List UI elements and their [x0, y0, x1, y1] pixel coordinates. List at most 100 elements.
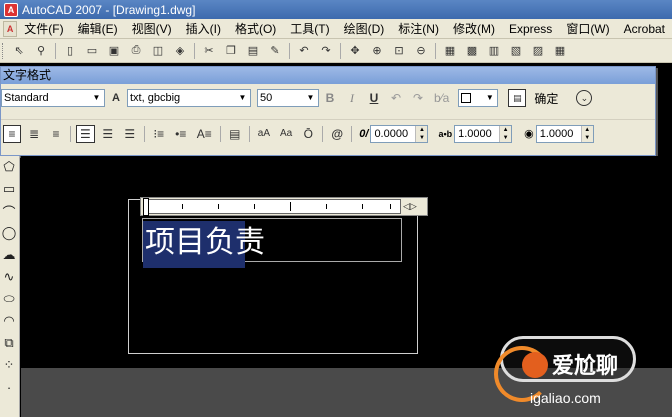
spin-updown-icon[interactable]: ▲ ▼ — [415, 125, 428, 142]
title-bar: A AutoCAD 2007 - [Drawing1.dwg] — [0, 0, 672, 19]
align-top-icon[interactable]: ☰ — [76, 124, 95, 143]
sheetset-icon[interactable]: ▧ — [506, 42, 526, 60]
toolbar-grip[interactable] — [2, 42, 5, 59]
zoom-previous-icon[interactable]: ⊖ — [411, 42, 431, 60]
markup-icon[interactable]: ▨ — [528, 42, 548, 60]
lowercase-icon[interactable]: Aa — [277, 125, 295, 143]
tracking-input[interactable]: 1.0000 ▲ ▼ — [454, 124, 513, 143]
rectangle-icon[interactable]: ▭ — [0, 178, 18, 200]
menu-file[interactable]: 文件(F) — [17, 20, 70, 37]
text-formatting-title[interactable]: 文字格式 — [1, 67, 655, 84]
underline-button[interactable]: U — [365, 89, 383, 107]
ruler-toggle-icon[interactable]: ▤ — [508, 89, 527, 107]
numbering-icon[interactable]: ⁝≡ — [150, 125, 168, 143]
font-icon: A — [112, 92, 120, 104]
oblique-angle-input[interactable]: 0.0000 ▲ ▼ — [370, 124, 429, 143]
pointer-icon[interactable]: ⇖ — [9, 42, 29, 60]
menu-express[interactable]: Express — [502, 22, 559, 36]
selected-mtext[interactable]: 项目负责 — [143, 221, 265, 268]
justify-left-icon[interactable]: ≡ — [3, 124, 21, 143]
separator — [55, 42, 56, 59]
designcenter-icon[interactable]: ▩ — [462, 42, 482, 60]
redo-icon[interactable]: ↷ — [316, 42, 336, 60]
text-style-select[interactable]: Standard ▼ — [1, 89, 105, 107]
matchprop-icon[interactable]: ✎ — [265, 42, 285, 60]
polygon-icon[interactable]: ⬠ — [0, 156, 18, 178]
redo-icon[interactable]: ↷ — [409, 89, 427, 107]
insert-field-icon[interactable]: ▤ — [226, 125, 244, 143]
chevron-down-icon[interactable]: ▼ — [304, 91, 317, 105]
undo-icon[interactable]: ↶ — [387, 89, 405, 107]
justify-center-icon[interactable]: ≣ — [25, 125, 43, 143]
align-middle-icon[interactable]: ☰ — [99, 125, 117, 143]
save-icon[interactable]: ▣ — [104, 42, 124, 60]
watermark-url: igaliao.com — [530, 390, 601, 406]
menu-edit[interactable]: 编辑(E) — [71, 20, 125, 37]
arc-icon[interactable]: ⌒ — [0, 200, 18, 222]
spin-updown-icon[interactable]: ▲ ▼ — [499, 125, 512, 142]
menu-bar: A 文件(F) 编辑(E) 视图(V) 插入(I) 格式(O) 工具(T) 绘图… — [0, 19, 672, 39]
cut-icon[interactable]: ✂ — [199, 42, 219, 60]
italic-button[interactable]: I — [343, 89, 361, 107]
undo-icon[interactable]: ↶ — [294, 42, 314, 60]
spline-icon[interactable]: ∿ — [0, 266, 18, 288]
ellipse-arc-icon[interactable]: ◠ — [0, 310, 18, 332]
ruler-resize-icon[interactable]: ◁▷ — [403, 201, 417, 212]
chevron-down-icon[interactable]: ▼ — [483, 91, 496, 105]
menu-draw[interactable]: 绘图(D) — [337, 20, 392, 37]
paste-icon[interactable]: ▤ — [243, 42, 263, 60]
menu-window[interactable]: 窗口(W) — [559, 20, 616, 37]
zoom-window-icon[interactable]: ⊡ — [389, 42, 409, 60]
ruler-track[interactable] — [143, 198, 401, 216]
chevron-down-icon[interactable]: ▼ — [236, 91, 249, 105]
stack-icon[interactable]: b⁄a — [431, 89, 452, 107]
plot-icon[interactable]: ⎙ — [126, 42, 146, 60]
qnew-icon[interactable]: ▯ — [60, 42, 80, 60]
menu-modify[interactable]: 修改(M) — [446, 20, 502, 37]
menu-view[interactable]: 视图(V) — [125, 20, 179, 37]
spin-updown-icon[interactable]: ▲ ▼ — [580, 125, 593, 142]
preview-icon[interactable]: ◫ — [148, 42, 168, 60]
menu-tools[interactable]: 工具(T) — [283, 20, 336, 37]
calculator-icon[interactable]: ▦ — [550, 42, 570, 60]
publish-icon[interactable]: ◈ — [170, 42, 190, 60]
width-factor-input[interactable]: 1.0000 ▲ ▼ — [535, 124, 594, 143]
menu-dimension[interactable]: 标注(N) — [391, 20, 446, 37]
insert-block-icon[interactable]: ⧉ — [0, 332, 18, 354]
font-select[interactable]: txt, gbcbig ▼ — [127, 89, 251, 107]
revcloud-icon[interactable]: ☁ — [0, 244, 18, 266]
uppercase-letters-icon[interactable]: A≡ — [194, 125, 215, 143]
document-system-icon[interactable]: A — [3, 20, 18, 37]
text-height-select[interactable]: 50 ▼ — [257, 89, 319, 107]
toolpalette-icon[interactable]: ▥ — [484, 42, 504, 60]
indent-marker[interactable] — [143, 198, 149, 216]
open-icon[interactable]: ▭ — [82, 42, 102, 60]
point-icon[interactable]: · — [0, 376, 18, 398]
menu-acrobat[interactable]: Acrobat — [617, 22, 672, 36]
autocad-app-icon[interactable]: A — [4, 2, 18, 17]
mtext-ruler[interactable]: ◁▷ — [140, 197, 428, 216]
uppercase-icon[interactable]: aA — [255, 125, 273, 143]
pan-icon[interactable]: ✥ — [345, 42, 365, 60]
symbol-button[interactable]: @ — [328, 125, 346, 143]
properties-icon[interactable]: ▦ — [440, 42, 460, 60]
chevron-down-icon[interactable]: ▼ — [90, 91, 103, 105]
align-bottom-icon[interactable]: ☰ — [121, 125, 139, 143]
options-icon[interactable]: ⌄ — [576, 90, 593, 106]
binoculars-icon[interactable]: ⚲ — [31, 42, 51, 60]
zoom-realtime-icon[interactable]: ⊕ — [367, 42, 387, 60]
menu-format[interactable]: 格式(O) — [228, 20, 283, 37]
ellipse-icon[interactable]: ⬭ — [0, 288, 18, 310]
circle-icon[interactable]: ◯ — [0, 222, 18, 244]
copy-icon[interactable]: ❐ — [221, 42, 241, 60]
separator — [340, 42, 341, 59]
separator — [322, 125, 324, 142]
color-select[interactable]: ▼ — [458, 89, 499, 107]
ok-button[interactable]: 确定 — [528, 89, 564, 107]
bold-button[interactable]: B — [321, 89, 339, 107]
overline-icon[interactable]: Ō — [299, 125, 317, 143]
bullets-icon[interactable]: •≡ — [172, 125, 190, 143]
make-block-icon[interactable]: ⁘ — [0, 354, 18, 376]
menu-insert[interactable]: 插入(I) — [179, 20, 228, 37]
justify-right-icon[interactable]: ≡ — [47, 125, 65, 143]
